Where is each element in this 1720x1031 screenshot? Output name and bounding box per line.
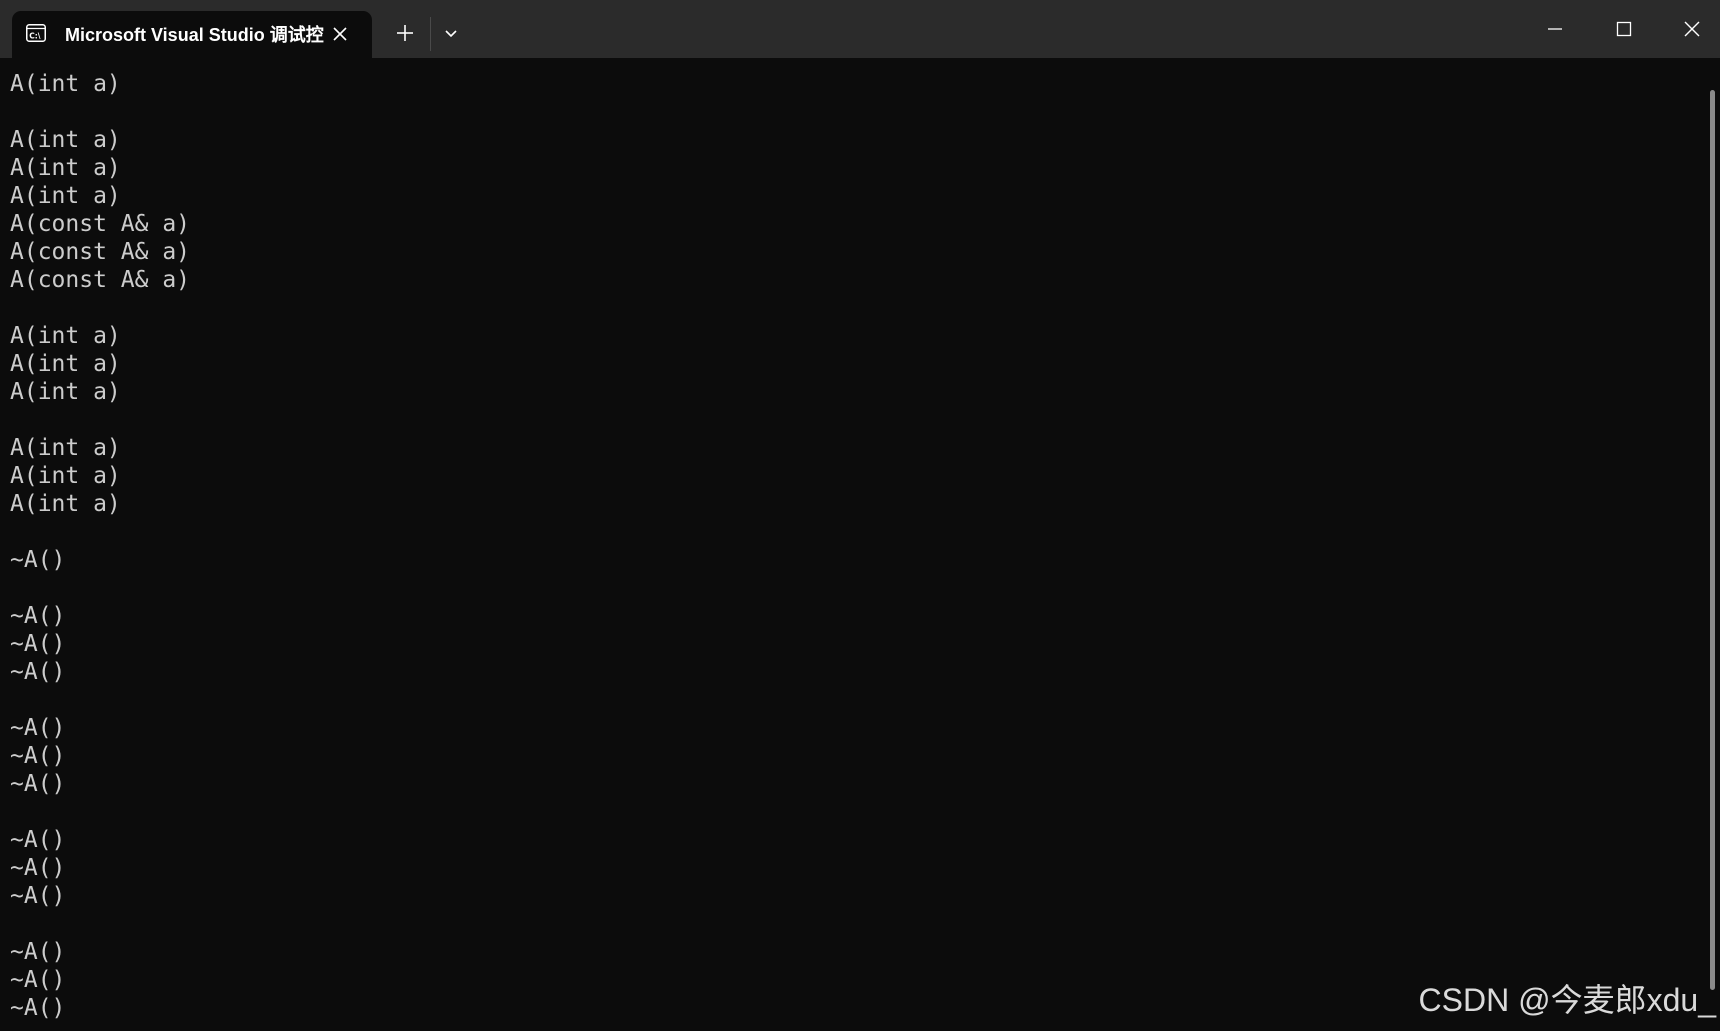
console-line: A(const A& a) — [10, 267, 191, 293]
console-line: A(int a) — [10, 491, 121, 517]
active-tab[interactable]: C:\ Microsoft Visual Studio 调试控 — [12, 11, 372, 58]
minimize-icon — [1548, 28, 1562, 30]
console-line: ~A() — [10, 547, 66, 573]
tab-separator — [430, 17, 431, 51]
new-tab-plus-icon[interactable] — [392, 20, 418, 46]
console-line: A(int a) — [10, 435, 121, 461]
console-line: ~A() — [10, 855, 66, 881]
title-bar[interactable]: C:\ Microsoft Visual Studio 调试控 — [0, 0, 1720, 58]
console-lines: A(int a) A(int a) A(int a) A(int a) A(const … — [0, 58, 1705, 1022]
console-line: ~A() — [10, 631, 66, 657]
console-line: ~A() — [10, 883, 66, 909]
console-line: A(int a) — [10, 463, 121, 489]
close-icon — [1684, 21, 1700, 37]
console-line: ~A() — [10, 939, 66, 965]
console-line: A(const A& a) — [10, 211, 191, 237]
terminal-window: C:\ Microsoft Visual Studio 调试控 A(int a)… — [0, 0, 1720, 1031]
watermark: CSDN @今麦郎xdu_ — [1418, 982, 1716, 1018]
scrollbar[interactable] — [1710, 90, 1715, 990]
close-window-button[interactable] — [1658, 0, 1720, 58]
console-line: A(int a) — [10, 71, 121, 97]
console-line: A(int a) — [10, 127, 121, 153]
console-line: A(int a) — [10, 379, 121, 405]
console-line: A(int a) — [10, 351, 121, 377]
console-line: ~A() — [10, 743, 66, 769]
console-line: ~A() — [10, 715, 66, 741]
console-line: A(int a) — [10, 183, 121, 209]
maximize-button[interactable] — [1590, 0, 1658, 58]
minimize-button[interactable] — [1521, 0, 1589, 58]
console-line: A(const A& a) — [10, 239, 191, 265]
chevron-down-icon[interactable] — [440, 22, 462, 44]
console-line: ~A() — [10, 659, 66, 685]
console-line: ~A() — [10, 771, 66, 797]
console-icon: C:\ — [26, 24, 46, 42]
maximize-icon — [1616, 21, 1632, 37]
close-tab-icon[interactable] — [329, 23, 351, 45]
console-line: ~A() — [10, 827, 66, 853]
console-output[interactable]: A(int a) A(int a) A(int a) A(int a) A(const … — [0, 58, 1705, 1031]
console-line: A(int a) — [10, 323, 121, 349]
console-line: ~A() — [10, 603, 66, 629]
console-line: A(int a) — [10, 155, 121, 181]
tab-title: Microsoft Visual Studio 调试控 — [65, 25, 324, 45]
svg-text:C:\: C:\ — [29, 32, 41, 41]
